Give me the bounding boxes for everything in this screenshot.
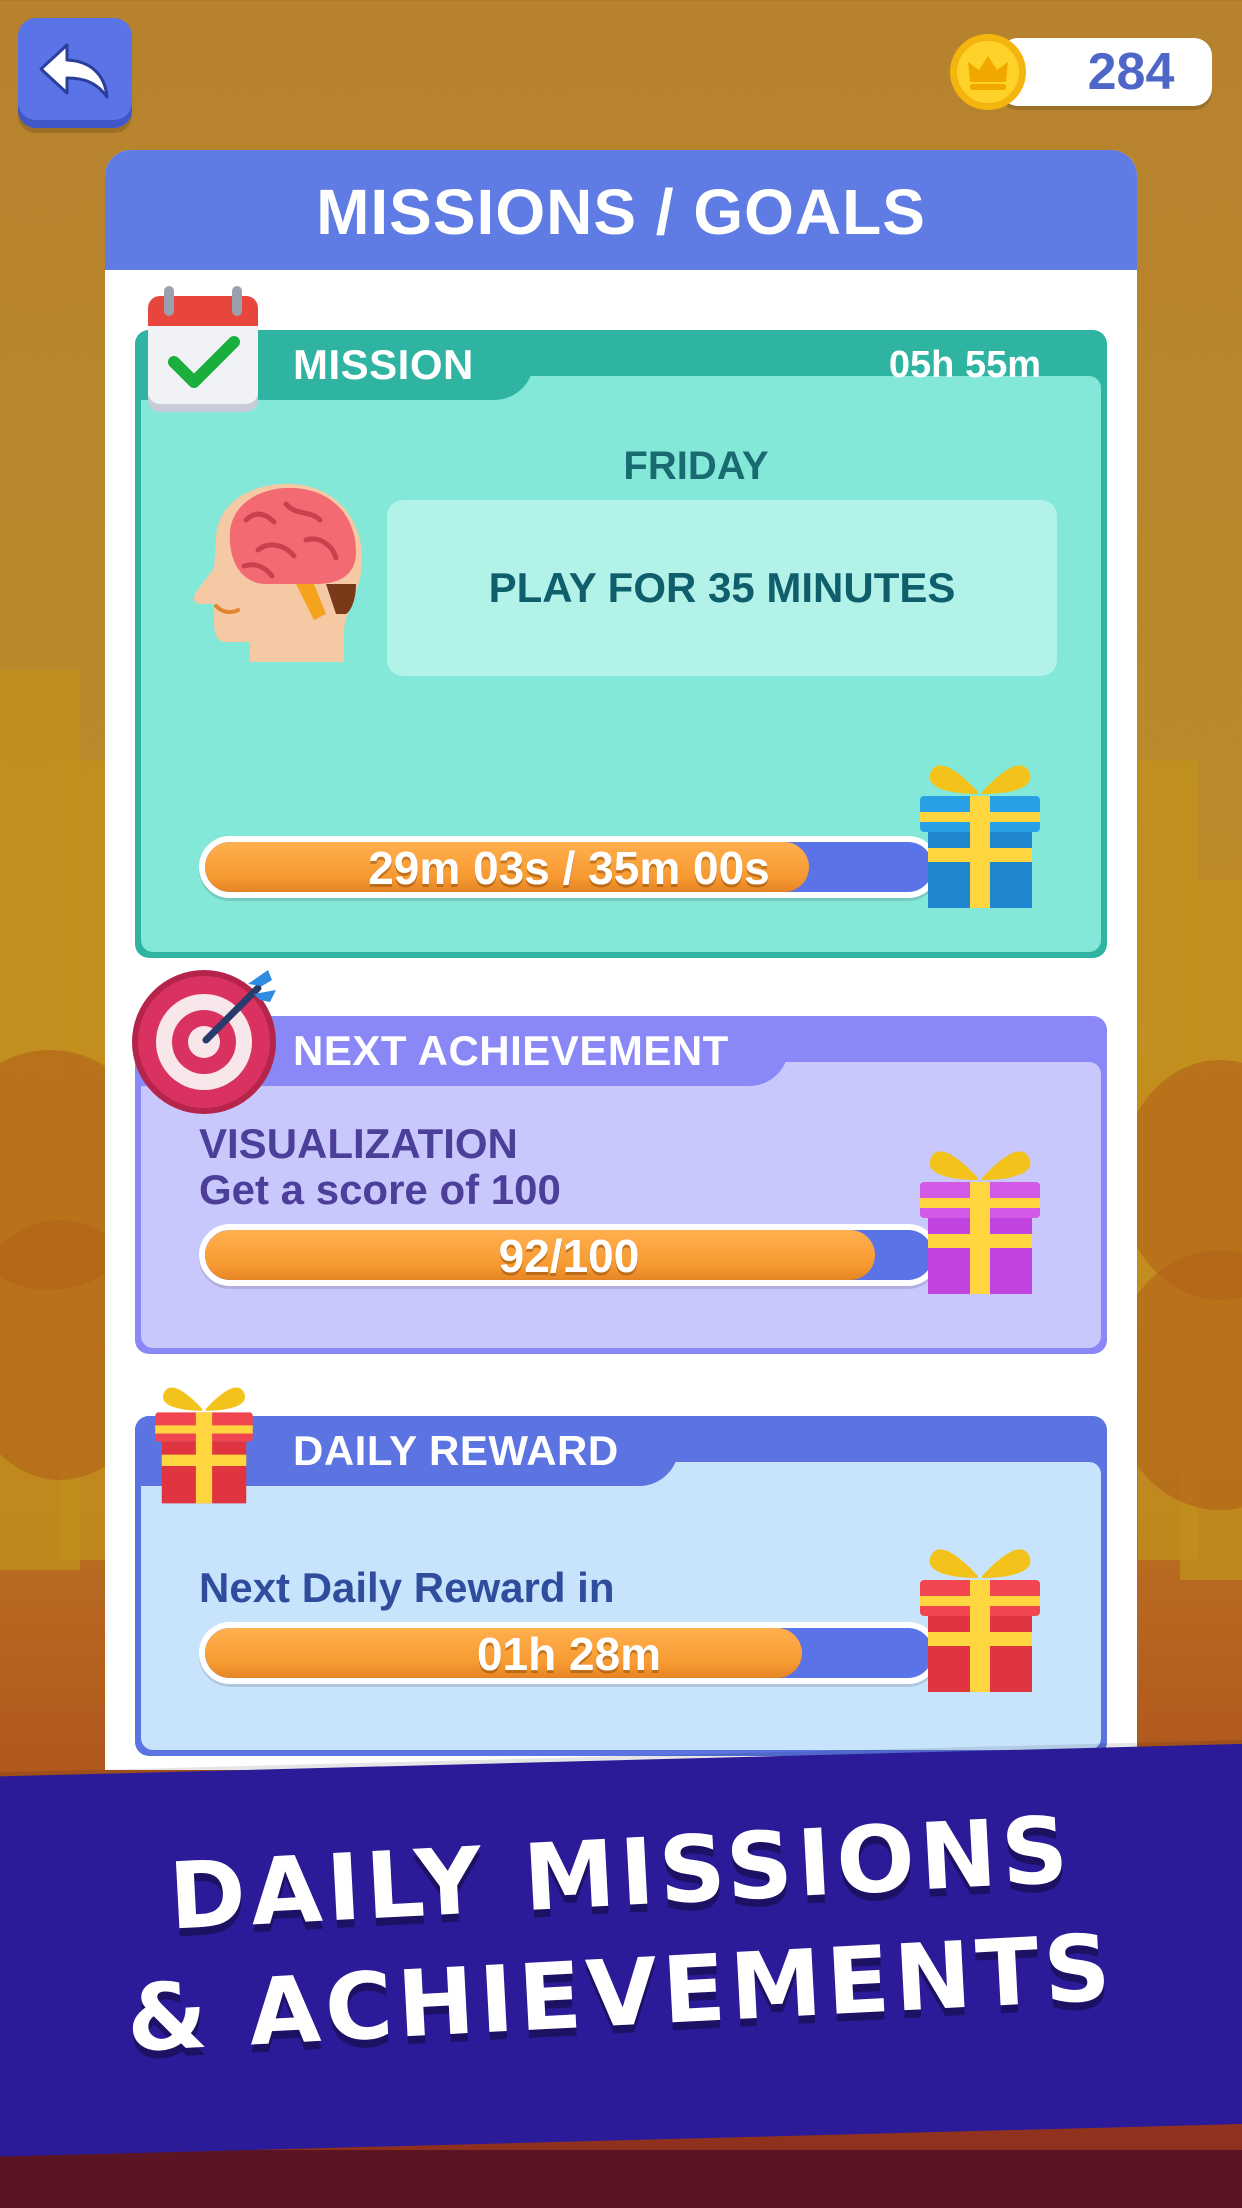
coin-count: 284 [1087, 43, 1175, 101]
back-arrow-icon [37, 41, 113, 106]
daily-reward-progress-text: 01h 28m [476, 1628, 662, 1680]
mission-progress-text: 29m 03s / 35m 00s [368, 842, 770, 894]
mission-progress-bar: 29m 03s / 35m 00s [199, 836, 939, 898]
achievement-progress-bar: 92/100 [199, 1224, 939, 1286]
mission-timer: 05h 55m [888, 344, 1041, 386]
achievement-title: VISUALIZATION [199, 1120, 518, 1167]
calendar-check-icon [144, 286, 262, 425]
crown-coin-icon [946, 30, 1030, 119]
bottom-strip [0, 2150, 1242, 2208]
achievement-progress-text: 92/100 [498, 1230, 640, 1282]
gift-box-icon [152, 1372, 256, 1513]
daily-reward-text: Next Daily Reward in [199, 1564, 615, 1611]
back-button[interactable] [18, 18, 132, 128]
brain-head-icon [186, 480, 366, 671]
gift-box-icon [916, 1134, 1044, 1303]
daily-reward-progress-bar: 01h 28m [199, 1622, 939, 1684]
achievement-description: Get a score of 100 [199, 1166, 561, 1213]
gift-box-icon [916, 1532, 1044, 1701]
panel-title: MISSIONS / GOALS [105, 150, 1137, 270]
mission-task: PLAY FOR 35 MINUTES [387, 500, 1057, 676]
target-dart-icon [130, 966, 280, 1121]
gift-box-icon [916, 748, 1044, 917]
